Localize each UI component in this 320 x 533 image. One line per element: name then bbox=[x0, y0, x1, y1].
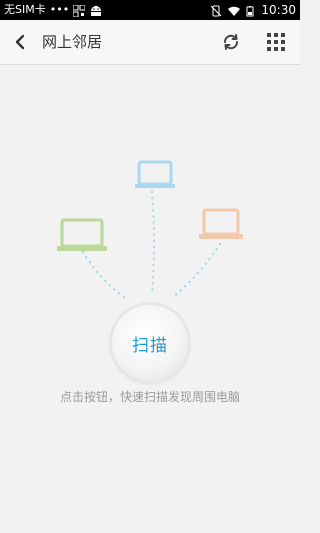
connection-dots bbox=[81, 190, 222, 300]
grid-menu-button[interactable] bbox=[264, 30, 288, 54]
connection-line-right bbox=[170, 242, 222, 300]
scan-button[interactable]: 扫描 bbox=[112, 305, 188, 381]
wifi-icon bbox=[227, 4, 241, 16]
screen: 无SIM卡 ••• 10:30 网上邻居 扫描 点击按钮，快速扫描发现周围电脑 bbox=[0, 0, 300, 533]
back-button[interactable] bbox=[8, 30, 32, 54]
page-title: 网上邻居 bbox=[42, 33, 103, 51]
status-left: 无SIM卡 ••• bbox=[4, 0, 102, 20]
refresh-icon bbox=[223, 34, 239, 50]
vibrate-icon bbox=[210, 4, 222, 17]
grid-icon bbox=[267, 33, 285, 51]
carrier-text: 无SIM卡 bbox=[4, 3, 46, 16]
android-icon bbox=[89, 4, 102, 16]
title-bar: 网上邻居 bbox=[0, 20, 300, 65]
status-right: 10:30 bbox=[210, 0, 296, 20]
network-illustration bbox=[57, 160, 243, 300]
refresh-button[interactable] bbox=[219, 30, 243, 54]
qr-icon bbox=[72, 4, 86, 18]
clock: 10:30 bbox=[261, 3, 296, 17]
connection-line-left bbox=[81, 250, 127, 300]
connection-line-center bbox=[150, 190, 156, 297]
battery-icon bbox=[244, 4, 256, 17]
back-arrow-icon bbox=[15, 34, 25, 50]
dots-text: ••• bbox=[49, 3, 70, 16]
laptop-left-icon bbox=[57, 218, 107, 251]
laptop-center-icon bbox=[135, 160, 175, 188]
scan-button-label: 扫描 bbox=[132, 335, 168, 356]
scan-hint-text: 点击按钮，快速扫描发现周围电脑 bbox=[59, 390, 240, 404]
laptop-right-icon bbox=[199, 208, 243, 239]
status-bar: 无SIM卡 ••• 10:30 bbox=[0, 0, 300, 20]
